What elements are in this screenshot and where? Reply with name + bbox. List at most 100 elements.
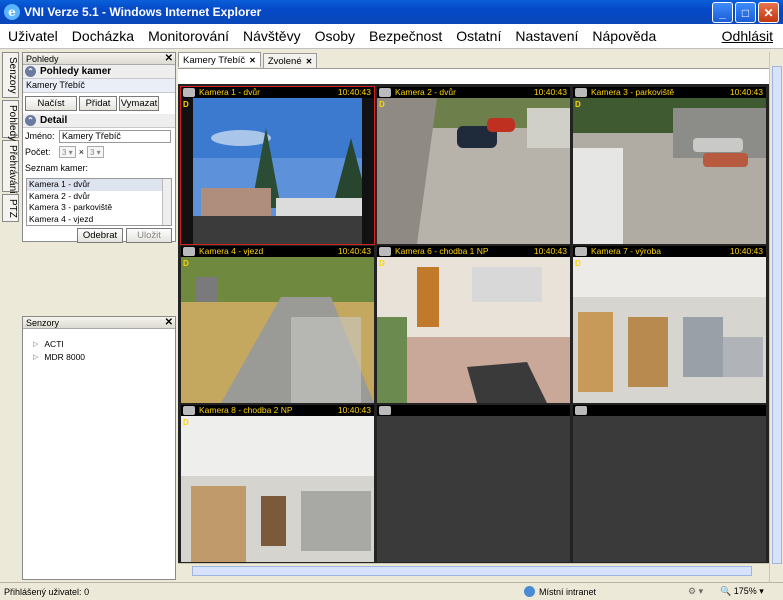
menu-ostatni[interactable]: Ostatní [456,28,501,44]
save-button[interactable]: Uložit [126,228,172,243]
list-scrollbar[interactable] [162,179,171,225]
add-button[interactable]: Přidat [79,96,117,111]
list-item[interactable]: Kamera 1 - dvůr [27,179,171,191]
camera-tile[interactable]: Kamera 4 - vjezd 10:40:43 D [181,246,374,403]
list-item[interactable]: Kamera 2 - dvůr [27,191,171,203]
tree-item-label: MDR 8000 [44,351,86,362]
camera-icon [575,406,587,415]
camera-tile[interactable]: Kamera 3 - parkoviště 10:40:43 D [573,87,766,244]
view-tabs: Kamery Třebíč ✕ Zvolené ✕ [178,52,319,68]
list-item[interactable]: Kamera 4 - vjezd [27,214,171,226]
camera-tile[interactable]: Kamera 8 - chodba 2 NP 10:40:43 D [181,405,374,562]
menu-navstevy[interactable]: Návštěvy [243,28,301,44]
camera-name: Kamera 6 - chodba 1 NP [395,246,489,256]
camera-name: Kamera 3 - parkoviště [591,87,675,97]
scroll-thumb[interactable] [772,66,782,564]
close-button[interactable]: ✕ [758,2,779,23]
camera-d-mark: D [379,259,385,268]
close-icon[interactable]: ✕ [249,56,256,65]
detail-title: Detail [40,115,68,126]
tab-label: Kamery Třebíč [183,55,246,66]
expand-icon[interactable]: ▷ [33,353,38,361]
camera-icon [379,247,391,256]
tree-item-acti[interactable]: ▷ ACTI [23,337,175,350]
camera-name: Kamera 2 - dvůr [395,87,456,97]
tab-kamery-trebic[interactable]: Kamery Třebíč ✕ [178,52,261,67]
main-menu: Uživatel Docházka Monitorování Návštěvy … [0,24,783,49]
vertical-tabs: Senzory Pohledy Přehrávání PTZ [2,52,20,224]
senzory-panel-header: Senzory ✕ [23,317,175,329]
vtab-pohledy[interactable]: Pohledy [2,100,19,141]
menu-bezpecnost[interactable]: Bezpečnost [369,28,442,44]
user-label: Přihlášený uživatel: [4,586,82,597]
zoom-level[interactable]: 🔍 175% ▾ [720,586,764,597]
camera-d-mark: D [183,418,189,427]
pohledy-panel-title: Pohledy [26,54,59,64]
delete-button[interactable]: Vymazat [119,96,159,111]
user-value: 0 [84,586,90,597]
window-title: VNI Verze 5.1 - Windows Internet Explore… [24,5,262,19]
horizontal-scrollbar[interactable] [178,563,769,577]
vtab-prehravani[interactable]: Přehrávání [2,140,19,194]
name-field[interactable]: Kamery Třebíč [59,129,171,143]
senzory-panel-title: Senzory [26,318,60,328]
zoom-value: 175% [733,586,757,596]
camera-time: 10:40:43 [729,87,763,97]
camera-name: Kamera 1 - dvůr [199,87,260,97]
close-icon[interactable]: ✕ [165,53,173,65]
camera-list[interactable]: Kamera 1 - dvůr Kamera 2 - dvůr Kamera 3… [26,178,172,226]
menu-napoveda[interactable]: Nápověda [592,28,656,44]
menu-uzivatel[interactable]: Uživatel [8,28,58,44]
expand-icon[interactable]: ▷ [33,340,38,348]
window-title-bar: e VNI Verze 5.1 - Windows Internet Explo… [0,0,783,24]
maximize-button[interactable]: □ [735,2,756,23]
count-a-select[interactable]: 3 ▾ [59,146,76,158]
collapse-icon[interactable]: ⌃ [25,66,36,77]
camera-grid: Kamera 1 - dvůr 10:40:43 D Kamera 2 - dvů… [178,84,769,563]
camera-time: 10:40:43 [533,87,567,97]
pohledy-kamer-section[interactable]: ⌃ Pohledy kamer [23,65,175,79]
load-button[interactable]: Načíst [25,96,77,111]
camera-d-mark: D [183,259,189,268]
logout-link[interactable]: Odhlásit [722,28,773,44]
camera-tile[interactable]: Kamera 1 - dvůr 10:40:43 D [180,86,375,245]
menu-dochazka[interactable]: Docházka [72,28,134,44]
close-icon[interactable]: ✕ [306,57,313,66]
vtab-senzory[interactable]: Senzory [2,52,19,98]
menu-osoby[interactable]: Osoby [315,28,355,44]
tree-item-mdr[interactable]: ▷ MDR 8000 [23,350,175,363]
ie-icon: e [4,4,20,20]
camera-tile[interactable]: Kamera 2 - dvůr 10:40:43 D [377,87,570,244]
camera-time: 10:40:43 [729,246,763,256]
count-b-value: 3 [89,147,95,157]
menu-nastaveni[interactable]: Nastavení [515,28,578,44]
camera-header [377,405,570,416]
camera-name: Kamera 7 - výroba [591,246,661,256]
camera-header: Kamera 2 - dvůr 10:40:43 [377,87,570,98]
camera-d-mark: D [575,100,581,109]
camera-tile-empty[interactable] [573,405,766,562]
protected-mode-icon[interactable]: ⚙ ▾ [688,586,703,597]
name-label: Jméno: [25,131,55,141]
camera-time: 10:40:43 [337,246,371,256]
scroll-thumb[interactable] [192,566,752,576]
list-item[interactable]: Kamera 3 - parkoviště [27,202,171,214]
camera-tile[interactable]: Kamera 6 - chodba 1 NP 10:40:43 D [377,246,570,403]
vtab-ptz[interactable]: PTZ [2,194,19,222]
camera-d-mark: D [183,100,189,109]
remove-button[interactable]: Odebrat [77,228,123,243]
count-b-select[interactable]: 3 ▾ [86,146,104,158]
detail-section[interactable]: ⌃ Detail [23,114,175,128]
vertical-scrollbar[interactable] [769,52,783,582]
times-sign: × [78,147,84,157]
minimize-button[interactable]: _ [712,2,733,23]
pohledy-panel-header: Pohledy ✕ [23,53,175,65]
collapse-icon[interactable]: ⌃ [25,115,36,126]
tab-zvolene[interactable]: Zvolené ✕ [262,53,318,68]
close-icon[interactable]: ✕ [165,317,173,329]
camera-tile[interactable]: Kamera 7 - výroba 10:40:43 D [573,246,766,403]
camera-icon [379,406,391,415]
view-list-item-selected[interactable]: Kamery Třebíč [23,79,175,93]
menu-monitorovani[interactable]: Monitorování [148,28,229,44]
camera-tile-empty[interactable] [377,405,570,562]
